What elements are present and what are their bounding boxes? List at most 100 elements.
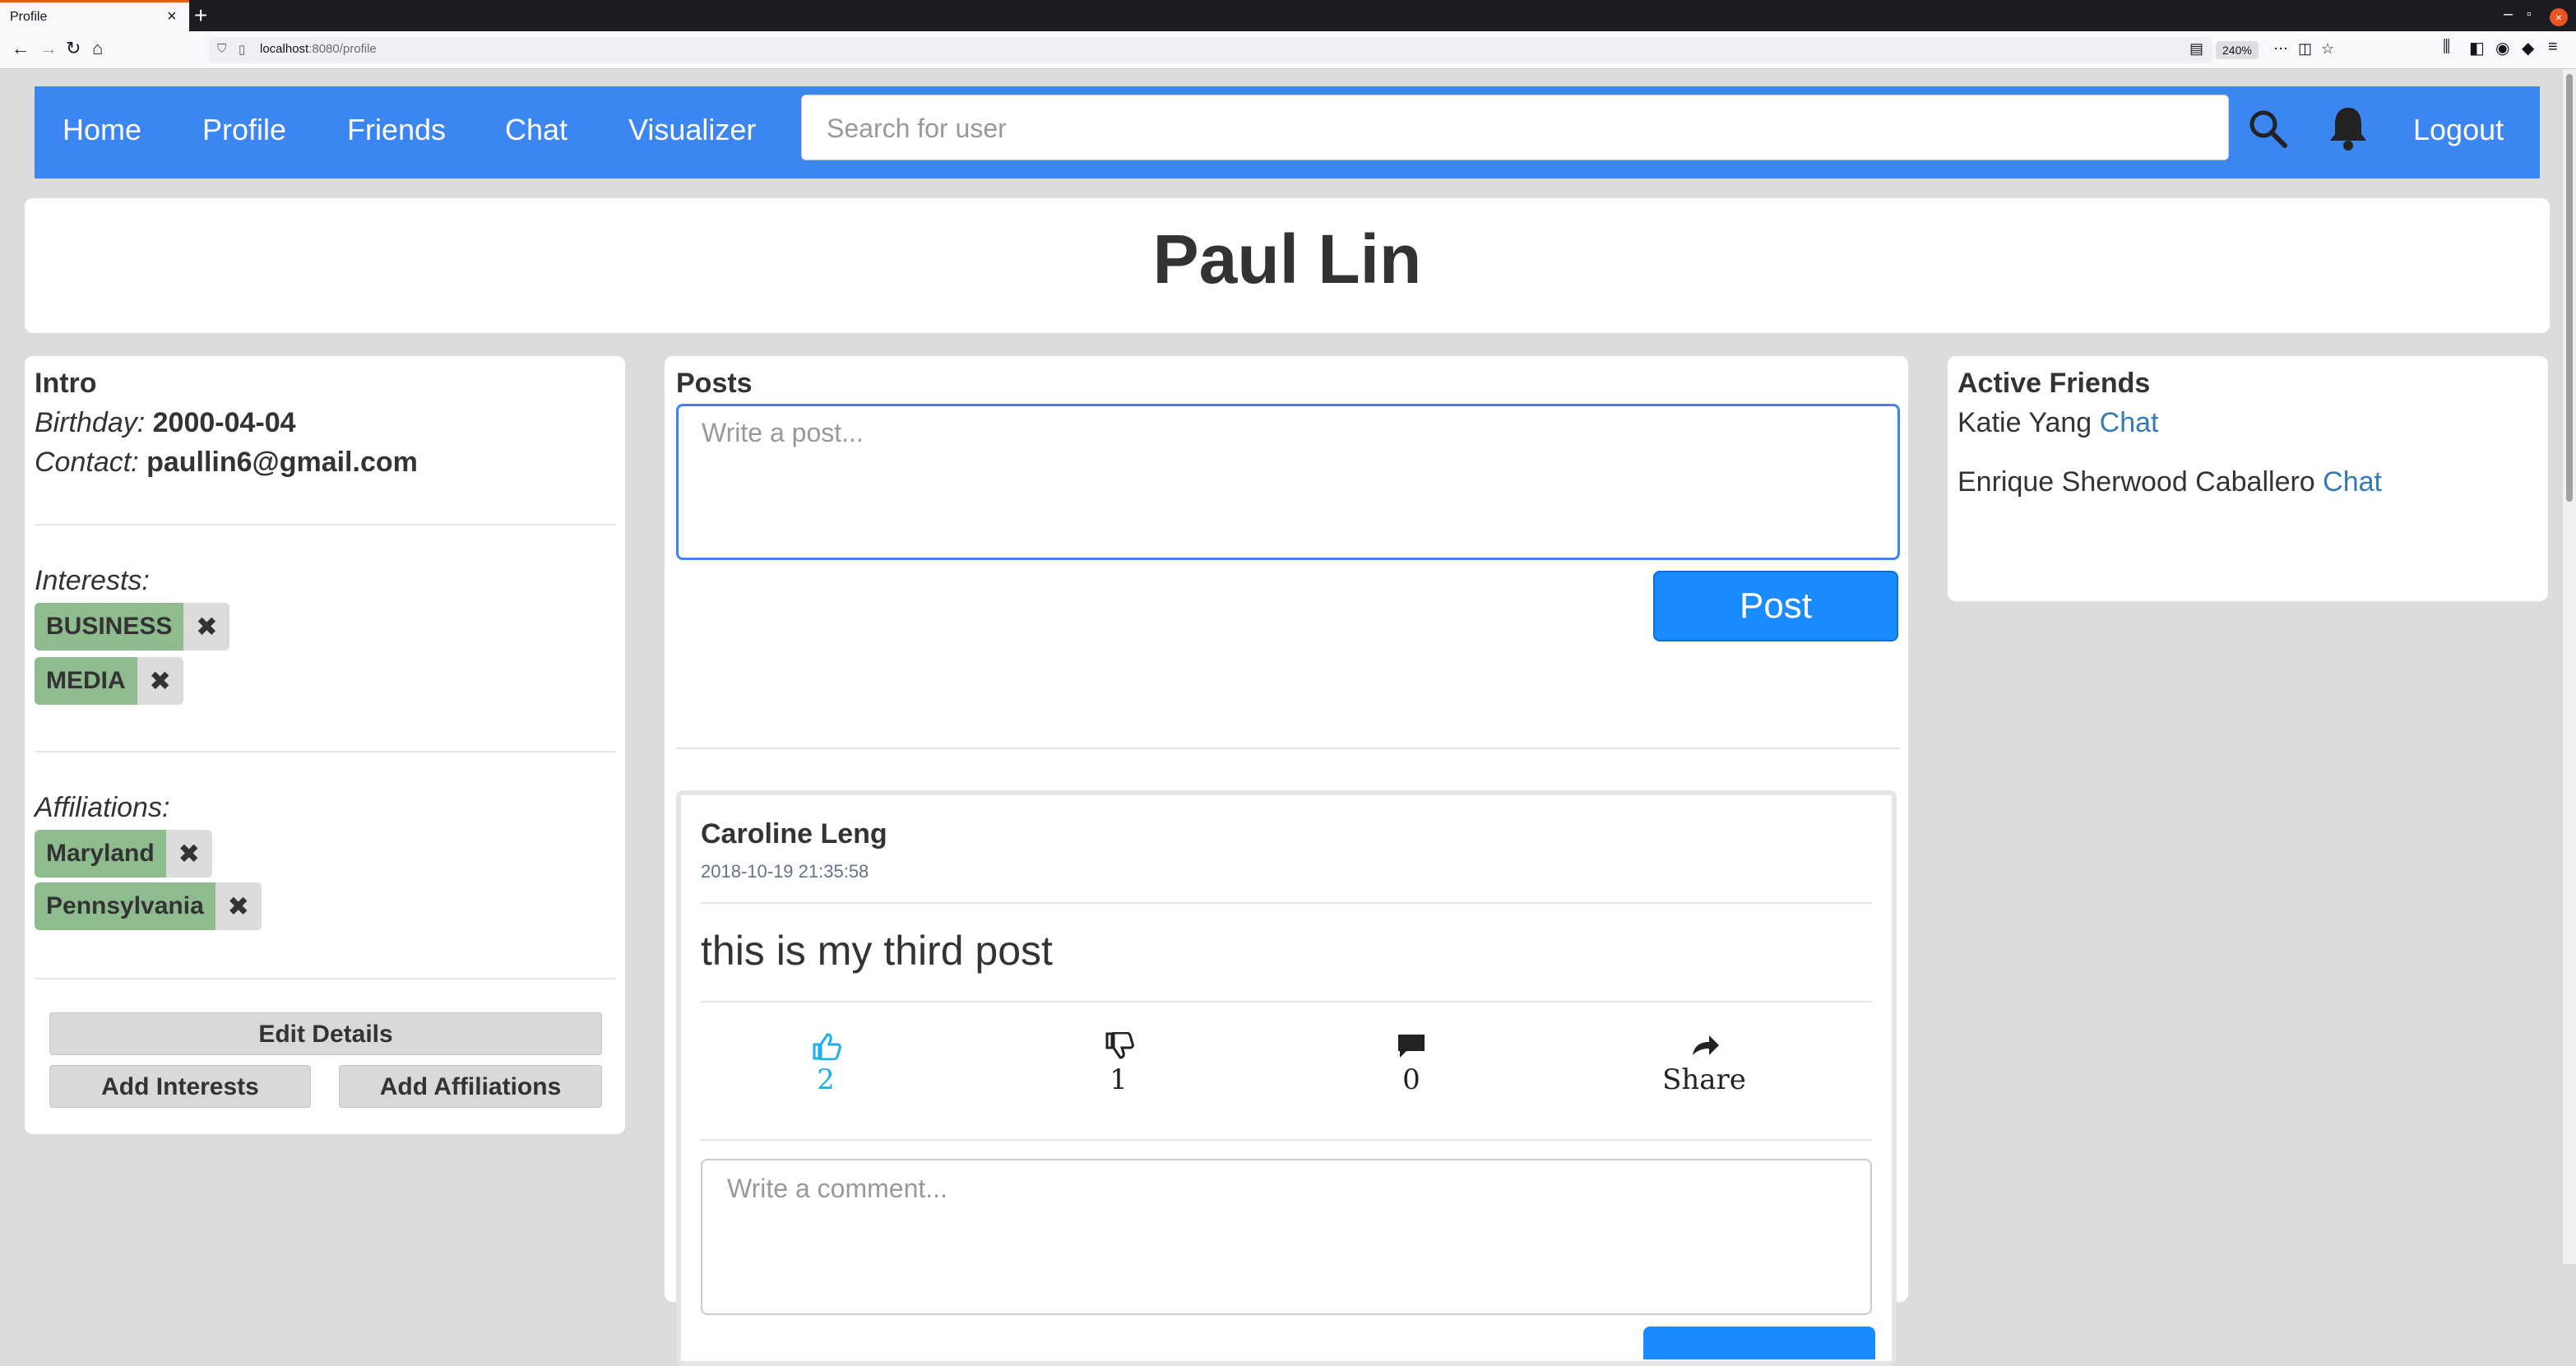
post-input[interactable] xyxy=(700,416,1871,551)
active-friends-card: Active Friends Katie Yang Chat Enrique S… xyxy=(1948,356,2548,601)
affiliation-name: Maryland xyxy=(35,830,166,877)
divider xyxy=(676,748,1900,749)
friend-name: Enrique Sherwood Caballero xyxy=(1957,466,2315,498)
user-search-box xyxy=(801,95,2229,161)
birthday-value: 2000-04-04 xyxy=(152,407,296,438)
divider xyxy=(701,1001,1872,1003)
browser-tab-bar: Profile × + – ▫ × xyxy=(0,0,2576,31)
page-scrollbar[interactable] xyxy=(2563,69,2576,1264)
remove-interest-icon[interactable]: ✖ xyxy=(183,603,230,651)
window-close-icon[interactable]: × xyxy=(2550,8,2568,26)
library-icon[interactable]: ⫼ xyxy=(2443,38,2450,57)
post-text: this is my third post xyxy=(701,928,1053,974)
interest-tag: BUSINESS ✖ xyxy=(35,603,230,651)
dislike-button[interactable]: 1 xyxy=(1036,1032,1201,1096)
thumbs-up-icon xyxy=(813,1033,841,1060)
forward-icon[interactable]: → xyxy=(39,38,58,59)
birthday-row: Birthday: 2000-04-04 xyxy=(35,407,296,439)
back-icon[interactable]: ← xyxy=(12,38,30,59)
edit-details-button[interactable]: Edit Details xyxy=(49,1012,602,1055)
post-author[interactable]: Caroline Leng xyxy=(701,818,887,850)
divider xyxy=(35,751,615,752)
friend-name: Katie Yang xyxy=(1957,407,2092,438)
post-composer xyxy=(676,404,1900,560)
comment-count: 0 xyxy=(1402,1063,1420,1096)
friend-row: Katie Yang Chat xyxy=(1957,407,2159,439)
home-icon[interactable]: ⌂ xyxy=(92,38,103,59)
reader-view-icon[interactable]: ▤ xyxy=(2189,40,2203,58)
new-tab-icon[interactable]: + xyxy=(194,2,207,29)
profile-name: Paul Lin xyxy=(1152,220,1422,298)
bookmark-star-icon[interactable]: ☆ xyxy=(2321,40,2334,58)
remove-affiliation-icon[interactable]: ✖ xyxy=(215,882,262,930)
nav-chat[interactable]: Chat xyxy=(505,113,568,147)
pocket-icon[interactable]: ◫ xyxy=(2298,40,2312,58)
comment-submit-button[interactable] xyxy=(1643,1327,1875,1359)
share-button[interactable]: Share xyxy=(1622,1032,1786,1096)
affiliations-label: Affiliations: xyxy=(35,792,170,823)
browser-tab[interactable]: Profile × xyxy=(0,0,189,31)
friend-chat-link[interactable]: Chat xyxy=(2100,407,2159,438)
reload-icon[interactable]: ↻ xyxy=(66,38,81,59)
bell-icon[interactable] xyxy=(2328,104,2369,150)
nav-home[interactable]: Home xyxy=(63,113,141,147)
divider xyxy=(701,1139,1872,1141)
zoom-level[interactable]: 240% xyxy=(2216,41,2259,59)
scrollbar-thumb[interactable] xyxy=(2566,74,2573,502)
interest-name: BUSINESS xyxy=(35,603,184,651)
comment-input[interactable] xyxy=(725,1172,1847,1307)
post-timestamp: 2018-10-19 21:35:58 xyxy=(701,861,869,882)
tab-title: Profile xyxy=(10,10,48,24)
profile-header: Paul Lin xyxy=(25,198,2550,333)
divider xyxy=(701,902,1872,904)
interests-label: Interests: xyxy=(35,565,150,596)
birthday-label: Birthday: xyxy=(35,407,146,438)
logout-link[interactable]: Logout xyxy=(2413,113,2504,147)
search-input[interactable] xyxy=(825,95,2210,161)
affiliation-name: Pennsylvania xyxy=(35,882,215,930)
post-item: Caroline Leng 2018-10-19 21:35:58 this i… xyxy=(676,790,1897,1366)
divider xyxy=(35,524,615,526)
remove-affiliation-icon[interactable]: ✖ xyxy=(165,830,212,877)
friend-row: Enrique Sherwood Caballero Chat xyxy=(1957,466,2382,498)
shield-icon: ⛉ xyxy=(217,42,227,56)
nav-friends[interactable]: Friends xyxy=(347,113,446,147)
posts-card: Posts Post Caroline Leng 2018-10-19 21:3… xyxy=(665,356,1908,1366)
share-label: Share xyxy=(1662,1063,1746,1096)
like-button[interactable]: 2 xyxy=(744,1032,908,1096)
top-navigation: Home Profile Friends Chat Visualizer Log… xyxy=(35,86,2540,178)
posts-title: Posts xyxy=(676,368,753,399)
extensions-icon[interactable]: ◆ xyxy=(2522,38,2534,58)
page: Home Profile Friends Chat Visualizer Log… xyxy=(0,69,2563,1366)
dislike-count: 1 xyxy=(1110,1063,1128,1096)
like-count: 2 xyxy=(817,1063,835,1096)
restore-icon[interactable]: ▫ xyxy=(2527,7,2532,22)
menu-icon[interactable]: ≡ xyxy=(2548,38,2558,57)
nav-profile[interactable]: Profile xyxy=(202,113,286,147)
comment-button[interactable]: 0 xyxy=(1329,1032,1494,1096)
more-actions-icon[interactable]: ⋯ xyxy=(2273,40,2288,58)
page-info-icon[interactable]: ▯ xyxy=(239,42,245,57)
add-affiliations-button[interactable]: Add Affiliations xyxy=(339,1065,602,1108)
add-interests-button[interactable]: Add Interests xyxy=(49,1065,311,1108)
intro-title: Intro xyxy=(35,368,97,399)
nav-visualizer[interactable]: Visualizer xyxy=(628,113,756,147)
account-icon[interactable]: ◉ xyxy=(2495,38,2509,58)
divider xyxy=(35,978,615,979)
interest-name: MEDIA xyxy=(35,657,137,705)
search-icon[interactable] xyxy=(2247,108,2288,149)
comment-icon xyxy=(1398,1035,1425,1058)
thumbs-down-icon xyxy=(1105,1032,1134,1059)
remove-interest-icon[interactable]: ✖ xyxy=(137,657,183,705)
affiliation-tag: Maryland ✖ xyxy=(35,830,212,877)
url-text: localhost:8080/profile xyxy=(260,42,377,56)
post-button[interactable]: Post xyxy=(1653,571,1898,641)
url-bar[interactable]: ⛉ ▯ localhost:8080/profile ▤ 240% ⋯ ◫ ☆ xyxy=(209,37,2334,63)
intro-card: Intro Birthday: 2000-04-04 Contact: paul… xyxy=(25,356,625,1134)
comment-composer xyxy=(701,1159,1872,1315)
friend-chat-link[interactable]: Chat xyxy=(2323,466,2382,498)
sidebar-icon[interactable]: ◧ xyxy=(2469,38,2485,58)
browser-toolbar: ← → ↻ ⌂ ⛉ ▯ localhost:8080/profile ▤ 240… xyxy=(0,31,2576,69)
minimize-icon[interactable]: – xyxy=(2504,5,2513,24)
close-tab-icon[interactable]: × xyxy=(167,7,177,26)
